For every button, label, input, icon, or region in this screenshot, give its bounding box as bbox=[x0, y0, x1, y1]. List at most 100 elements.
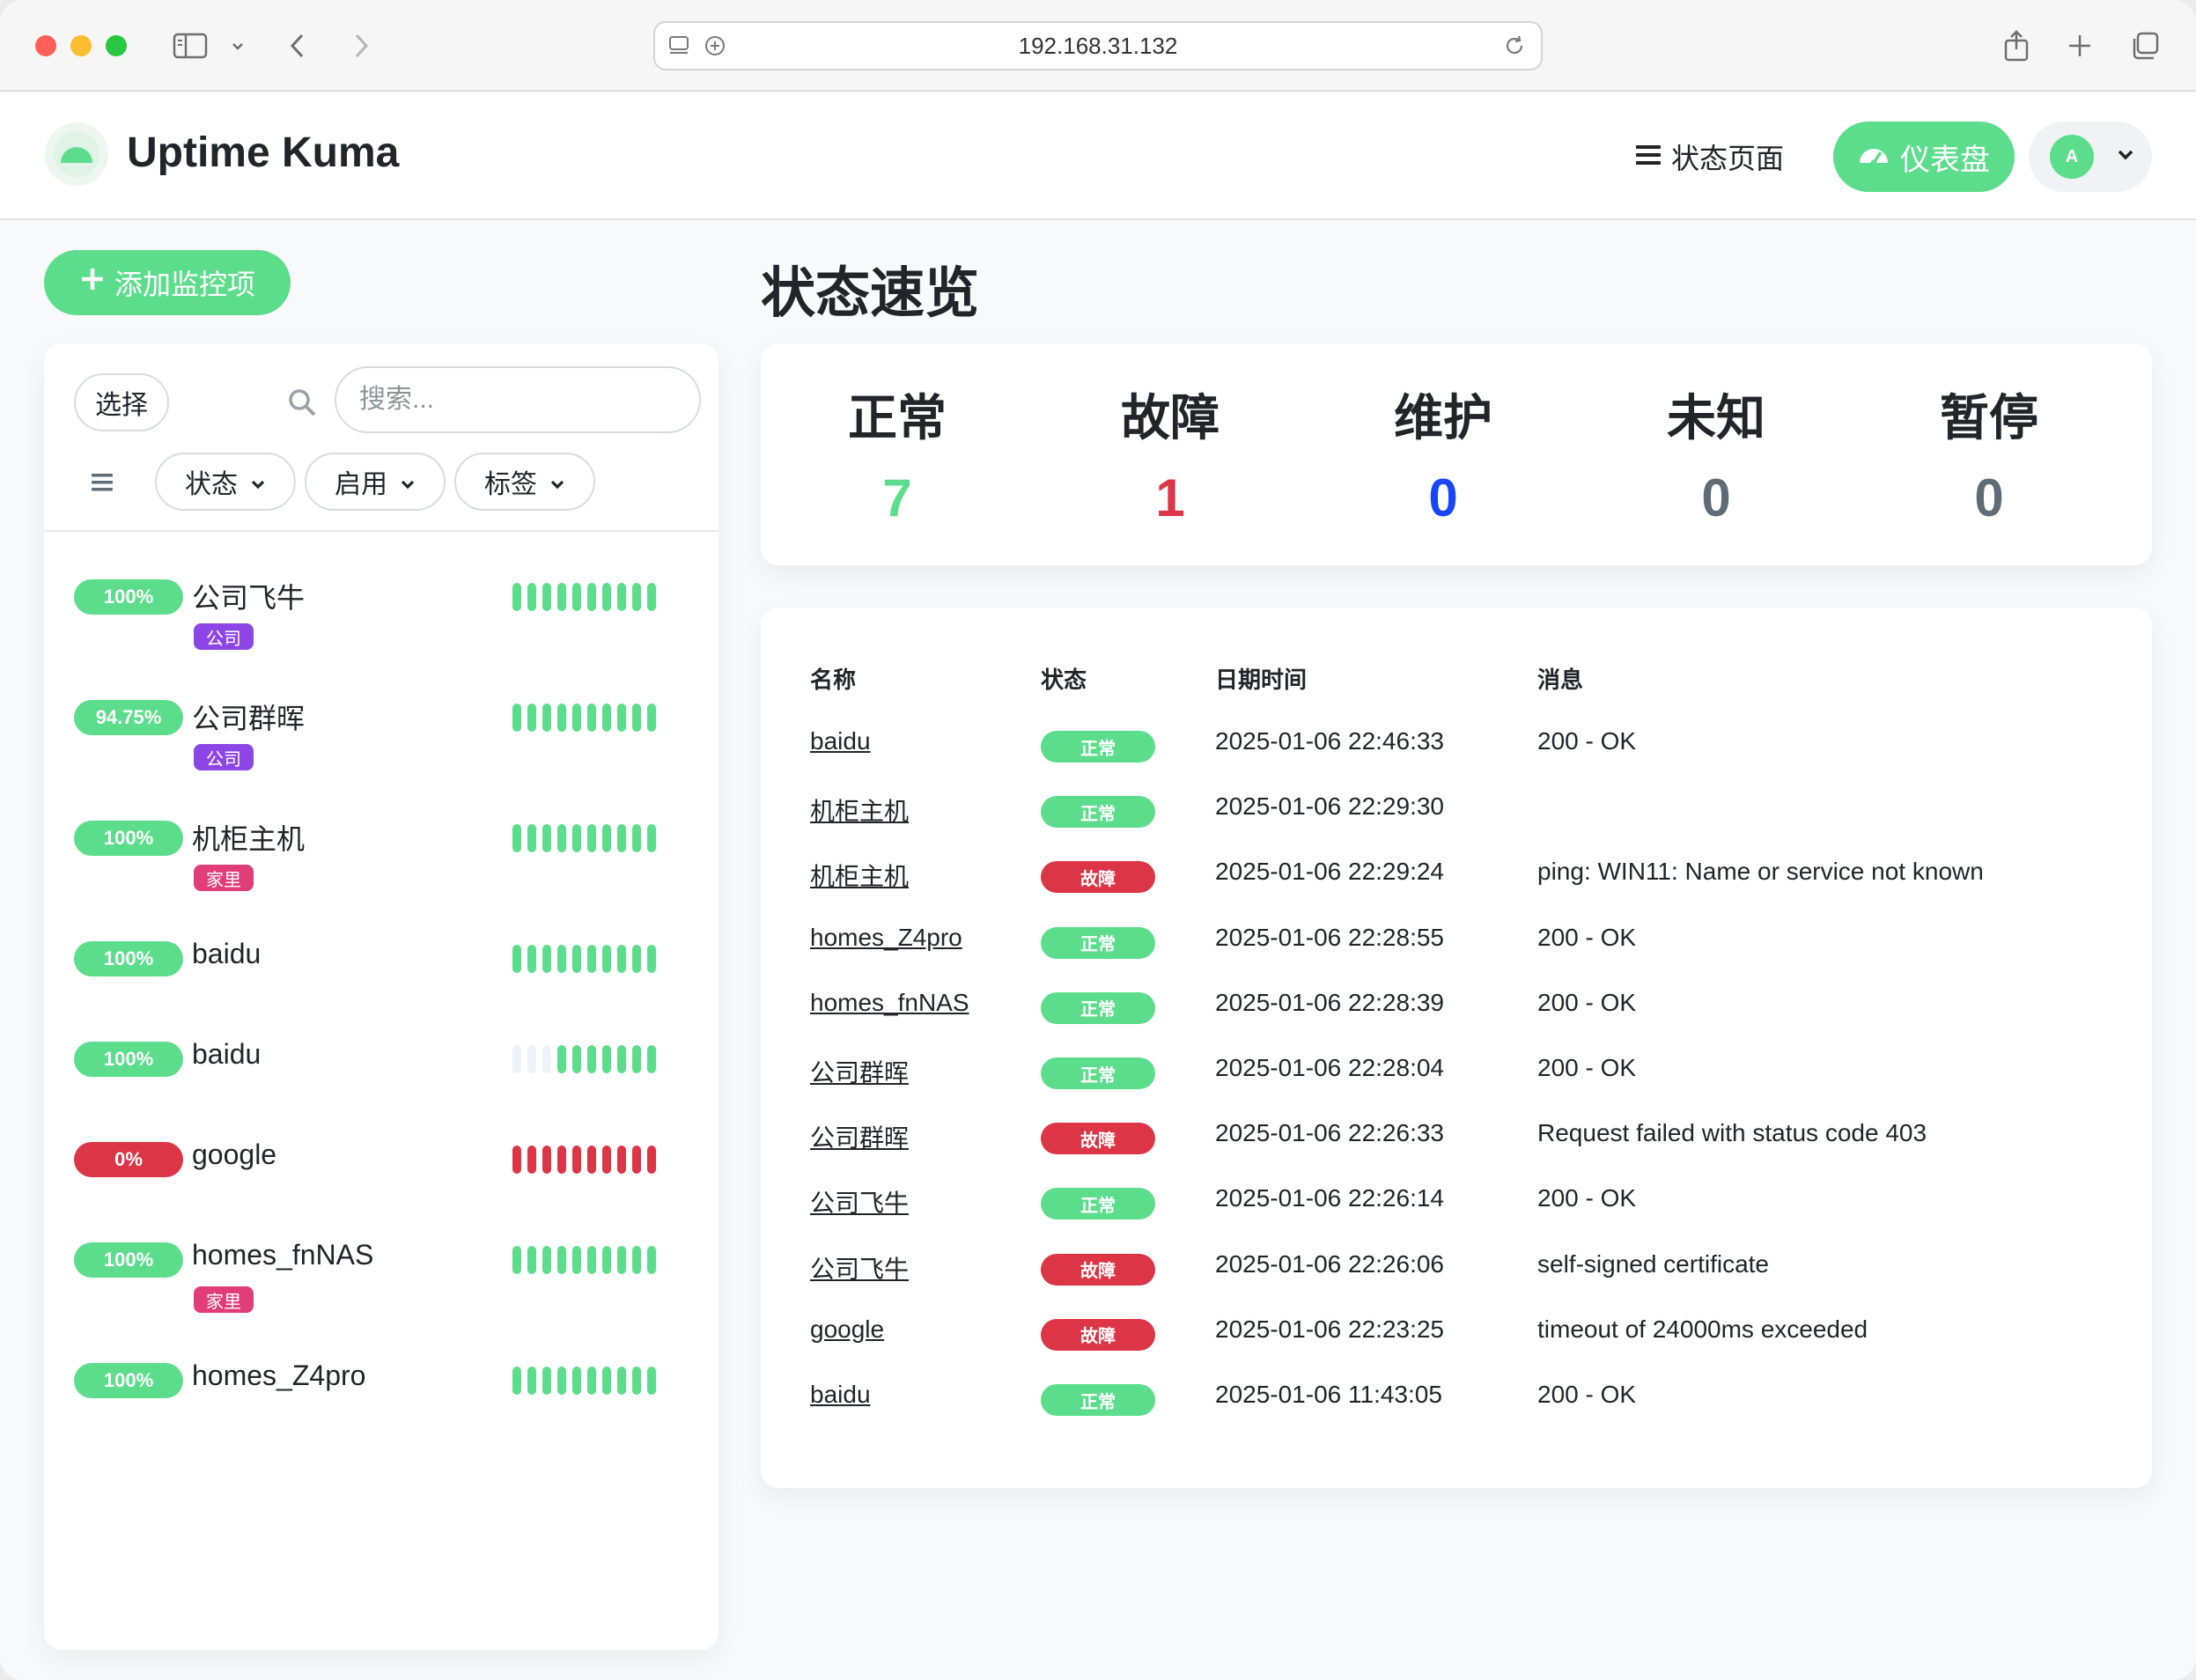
back-icon[interactable] bbox=[282, 25, 313, 67]
heartbeat-beat[interactable] bbox=[557, 1146, 566, 1174]
heartbeat-beat[interactable] bbox=[527, 1045, 536, 1073]
heartbeat-beat[interactable] bbox=[647, 1367, 656, 1395]
event-monitor-link[interactable]: 机柜主机 bbox=[810, 858, 909, 893]
heartbeat-beat[interactable] bbox=[557, 1367, 566, 1395]
tab-overview-icon[interactable] bbox=[2127, 25, 2163, 67]
heartbeat-beat[interactable] bbox=[602, 1246, 611, 1274]
heartbeat-beat[interactable] bbox=[647, 945, 656, 973]
heartbeat-beat[interactable] bbox=[587, 1146, 596, 1174]
heartbeat-beat[interactable] bbox=[587, 583, 596, 611]
event-monitor-link[interactable]: baidu bbox=[810, 727, 871, 755]
event-monitor-link[interactable]: 机柜主机 bbox=[810, 792, 909, 828]
heartbeat-beat[interactable] bbox=[572, 1045, 581, 1073]
filter-tags-dropdown[interactable]: 标签 bbox=[454, 453, 595, 511]
heartbeat-beat[interactable] bbox=[617, 1246, 626, 1274]
heartbeat-beat[interactable] bbox=[512, 1367, 521, 1395]
event-monitor-link[interactable]: google bbox=[810, 1315, 884, 1344]
filter-active-dropdown[interactable]: 启用 bbox=[305, 453, 446, 511]
heartbeat-beat[interactable] bbox=[512, 1045, 521, 1073]
heartbeat-beat[interactable] bbox=[632, 1246, 641, 1274]
heartbeat-beat[interactable] bbox=[572, 1246, 581, 1274]
chevron-down-icon[interactable] bbox=[227, 25, 248, 67]
heartbeat-beat[interactable] bbox=[557, 824, 566, 852]
zoom-window-button[interactable] bbox=[106, 35, 127, 56]
heartbeat-beat[interactable] bbox=[572, 824, 581, 852]
heartbeat-beat[interactable] bbox=[587, 824, 596, 852]
heartbeat-beat[interactable] bbox=[632, 704, 641, 732]
monitor-item[interactable]: 100% 机柜主机 家里 bbox=[44, 794, 718, 900]
address-bar[interactable]: 192.168.31.132 bbox=[653, 21, 1543, 70]
event-monitor-link[interactable]: 公司飞牛 bbox=[810, 1250, 909, 1286]
heartbeat-beat[interactable] bbox=[572, 1367, 581, 1395]
filter-status-dropdown[interactable]: 状态 bbox=[155, 453, 296, 511]
brand-title[interactable]: Uptime Kuma bbox=[127, 129, 399, 177]
heartbeat-beat[interactable] bbox=[557, 945, 566, 973]
heartbeat-beat[interactable] bbox=[632, 1367, 641, 1395]
monitor-item[interactable]: 100% baidu bbox=[44, 915, 718, 1021]
heartbeat-beat[interactable] bbox=[527, 1367, 536, 1395]
heartbeat-beat[interactable] bbox=[572, 583, 581, 611]
heartbeat-beat[interactable] bbox=[542, 945, 551, 973]
reload-icon[interactable] bbox=[1502, 33, 1527, 64]
heartbeat-beat[interactable] bbox=[587, 704, 596, 732]
heartbeat-beat[interactable] bbox=[647, 1146, 656, 1174]
add-monitor-button[interactable]: 添加监控项 bbox=[44, 250, 291, 315]
heartbeat-beat[interactable] bbox=[647, 583, 656, 611]
heartbeat-beat[interactable] bbox=[542, 1367, 551, 1395]
heartbeat-beat[interactable] bbox=[617, 1146, 626, 1174]
heartbeat-beat[interactable] bbox=[557, 1045, 566, 1073]
heartbeat-beat[interactable] bbox=[602, 945, 611, 973]
heartbeat-beat[interactable] bbox=[602, 1045, 611, 1073]
share-icon[interactable] bbox=[1999, 25, 2034, 67]
page-menu-icon[interactable] bbox=[667, 33, 692, 64]
heartbeat-beat[interactable] bbox=[587, 1045, 596, 1073]
heartbeat-beat[interactable] bbox=[647, 1246, 656, 1274]
monitor-item[interactable]: 100% homes_Z4pro bbox=[44, 1337, 718, 1442]
heartbeat-beat[interactable] bbox=[617, 824, 626, 852]
heartbeat-beat[interactable] bbox=[632, 945, 641, 973]
heartbeat-beat[interactable] bbox=[617, 583, 626, 611]
heartbeat-beat[interactable] bbox=[512, 1146, 521, 1174]
heartbeat-beat[interactable] bbox=[602, 824, 611, 852]
heartbeat-beat[interactable] bbox=[557, 583, 566, 611]
heartbeat-beat[interactable] bbox=[512, 1246, 521, 1274]
heartbeat-beat[interactable] bbox=[557, 1246, 566, 1274]
heartbeat-beat[interactable] bbox=[512, 945, 521, 973]
heartbeat-beat[interactable] bbox=[542, 1045, 551, 1073]
monitor-item[interactable]: 100% homes_fnNAS 家里 bbox=[44, 1216, 718, 1322]
status-page-link[interactable]: 状态页面 bbox=[1636, 132, 1784, 181]
heartbeat-beat[interactable] bbox=[542, 1246, 551, 1274]
event-monitor-link[interactable]: baidu bbox=[810, 1381, 871, 1409]
heartbeat-beat[interactable] bbox=[617, 704, 626, 732]
monitor-item[interactable]: 100% baidu bbox=[44, 1015, 718, 1121]
heartbeat-beat[interactable] bbox=[572, 704, 581, 732]
heartbeat-beat[interactable] bbox=[602, 704, 611, 732]
heartbeat-beat[interactable] bbox=[527, 704, 536, 732]
new-tab-icon[interactable] bbox=[2062, 25, 2097, 67]
heartbeat-beat[interactable] bbox=[587, 945, 596, 973]
heartbeat-beat[interactable] bbox=[542, 824, 551, 852]
heartbeat-beat[interactable] bbox=[512, 583, 521, 611]
heartbeat-beat[interactable] bbox=[527, 945, 536, 973]
search-input[interactable] bbox=[335, 366, 701, 433]
forward-icon[interactable] bbox=[345, 25, 377, 67]
close-window-button[interactable] bbox=[35, 35, 56, 56]
monitor-item[interactable]: 94.75% 公司群晖 公司 bbox=[44, 674, 718, 779]
heartbeat-beat[interactable] bbox=[647, 704, 656, 732]
profile-dropdown[interactable]: A bbox=[2029, 122, 2152, 192]
heartbeat-beat[interactable] bbox=[542, 1146, 551, 1174]
uptime-kuma-logo-icon[interactable] bbox=[44, 122, 109, 187]
heartbeat-beat[interactable] bbox=[572, 1146, 581, 1174]
heartbeat-beat[interactable] bbox=[587, 1246, 596, 1274]
heartbeat-beat[interactable] bbox=[527, 583, 536, 611]
heartbeat-beat[interactable] bbox=[527, 1146, 536, 1174]
select-button[interactable]: 选择 bbox=[74, 373, 169, 431]
heartbeat-beat[interactable] bbox=[572, 945, 581, 973]
heartbeat-beat[interactable] bbox=[602, 583, 611, 611]
minimize-window-button[interactable] bbox=[70, 35, 92, 56]
event-monitor-link[interactable]: homes_Z4pro bbox=[810, 924, 962, 952]
heartbeat-beat[interactable] bbox=[527, 824, 536, 852]
heartbeat-beat[interactable] bbox=[602, 1367, 611, 1395]
heartbeat-beat[interactable] bbox=[527, 1246, 536, 1274]
event-monitor-link[interactable]: 公司群晖 bbox=[810, 1054, 909, 1089]
